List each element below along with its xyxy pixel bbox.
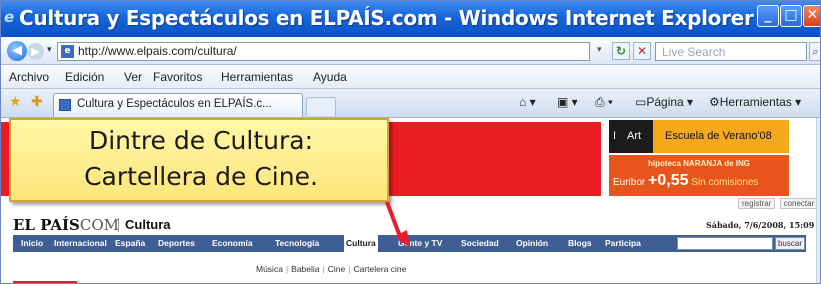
menu-item-favoritos[interactable]: Favoritos — [153, 70, 202, 84]
home-icon[interactable]: ⌂ ▾ — [519, 95, 536, 109]
back-button[interactable]: ◀ — [7, 41, 27, 61]
tab-bar: ★ ✚ Cultura y Espectáculos en ELPAÍS.c..… — [1, 89, 820, 118]
tab-label: Cultura y Espectáculos en ELPAÍS.c... — [77, 98, 272, 110]
title-bar[interactable]: e Cultura y Espectáculos en ELPAÍS.com -… — [1, 1, 820, 37]
forward-button[interactable]: ▶ — [27, 43, 44, 60]
menu-item-edicion[interactable]: Edición — [65, 70, 104, 84]
stop-button[interactable]: ✕ — [633, 42, 651, 60]
tools-menu-label: Herramientas — [719, 95, 792, 109]
page-menu-button[interactable]: ▭Página ▾ — [635, 95, 693, 109]
search-input[interactable]: Live Search — [655, 42, 807, 61]
favorites-star-icon[interactable]: ★ — [9, 94, 22, 110]
maximize-button[interactable]: □ — [780, 5, 802, 27]
vertical-scrollbar[interactable] — [816, 118, 820, 283]
history-dropdown-icon[interactable]: ▾ — [47, 45, 52, 55]
pointer-arrow-icon — [385, 201, 410, 248]
minimize-button[interactable]: _ — [757, 5, 779, 27]
menu-bar: Archivo Edición Ver Favoritos Herramient… — [1, 65, 820, 89]
search-placeholder: Live Search — [662, 45, 726, 59]
search-icon[interactable]: ⌕ — [809, 42, 820, 61]
tab-page-icon — [59, 99, 71, 111]
page-content: I Art Escuela de Verano'08 hipoteca NARAN… — [1, 118, 820, 283]
add-favorites-icon[interactable]: ✚ — [31, 94, 43, 110]
address-dropdown-icon[interactable]: ▾ — [597, 45, 602, 55]
menu-item-ver[interactable]: Ver — [124, 70, 142, 84]
address-field[interactable]: e http://www.elpais.com/cultura/ — [57, 42, 590, 61]
menu-item-herramientas[interactable]: Herramientas — [221, 70, 293, 84]
ie-logo-icon: e — [4, 8, 15, 26]
address-toolbar: ◀ ▶ ▾ e http://www.elpais.com/cultura/ ▾… — [1, 37, 820, 65]
close-button[interactable]: ✕ — [803, 5, 820, 27]
tools-menu-button[interactable]: ⚙Herramientas ▾ — [709, 95, 801, 109]
feeds-icon[interactable]: ▣ ▾ — [557, 95, 578, 109]
window-title: Cultura y Espectáculos en ELPAÍS.com - W… — [19, 6, 754, 30]
new-tab-button[interactable] — [306, 97, 336, 116]
menu-item-ayuda[interactable]: Ayuda — [313, 70, 347, 84]
print-icon[interactable]: ⎙ ▾ — [595, 95, 613, 110]
page-icon: e — [61, 45, 74, 58]
url-text: http://www.elpais.com/cultura/ — [78, 44, 237, 58]
menu-item-archivo[interactable]: Archivo — [9, 70, 49, 84]
browser-window: e Cultura y Espectáculos en ELPAÍS.com -… — [0, 0, 821, 284]
tab-cultura[interactable]: Cultura y Espectáculos en ELPAÍS.c... — [53, 93, 303, 117]
refresh-button[interactable]: ↻ — [612, 42, 630, 60]
page-menu-label: Página — [646, 95, 684, 109]
